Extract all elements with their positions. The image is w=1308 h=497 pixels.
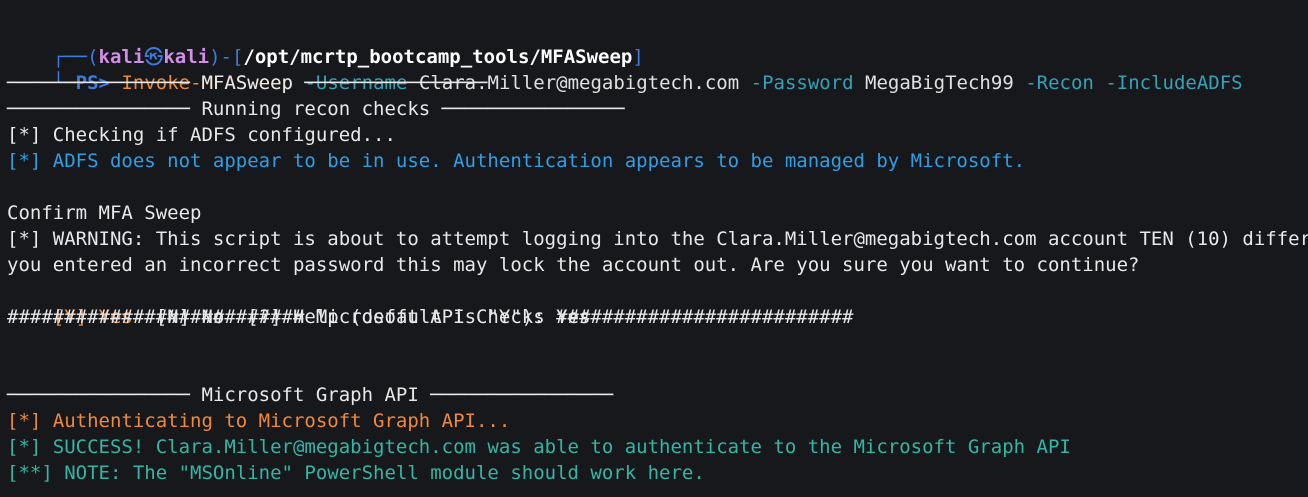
adfs-result-line: [*] ADFS does not appear to be in use. A… xyxy=(7,150,1026,172)
graph-success-line: [*] SUCCESS! Clara.Miller@megabigtech.co… xyxy=(7,436,1071,458)
banner-recon: ──────────────── Running recon checks ──… xyxy=(7,98,625,120)
api-checks-banner: ########################## Microsoft API… xyxy=(7,306,854,328)
graph-banner: ──────────────── Microsoft Graph API ───… xyxy=(7,384,614,406)
warning-line-1: [*] WARNING: This script is about to att… xyxy=(7,228,1308,250)
graph-note-line: [**] NOTE: The "MSOnline" PowerShell mod… xyxy=(7,462,705,484)
param-recon: -Recon xyxy=(1025,72,1094,94)
banner-mfasweep: ──────────────── MFASweep ──────────────… xyxy=(7,72,488,94)
graph-auth-line: [*] Authenticating to Microsoft Graph AP… xyxy=(7,410,511,432)
prompt-line-top: ┌──(kali㉿kali)-[/opt/mcrtp_bootcamp_tool… xyxy=(7,18,644,68)
password-value: MegaBigTech99 xyxy=(865,72,1014,94)
terminal-window[interactable]: ┌──(kali㉿kali)-[/opt/mcrtp_bootcamp_tool… xyxy=(0,0,1308,497)
warning-line-2: you entered an incorrect password this m… xyxy=(7,254,1140,276)
confirm-title: Confirm MFA Sweep xyxy=(7,202,202,224)
check-adfs-line: [*] Checking if ADFS configured... xyxy=(7,124,396,146)
command-line[interactable]: └─PS> Invoke-MFASweep -Username Clara.Mi… xyxy=(7,44,1243,94)
confirm-choice-line[interactable]: [Y] Yes [N] No [?] Help (default is "Y")… xyxy=(7,278,591,328)
param-include-adfs: -IncludeADFS xyxy=(1105,72,1243,94)
param-password: -Password xyxy=(750,72,854,94)
